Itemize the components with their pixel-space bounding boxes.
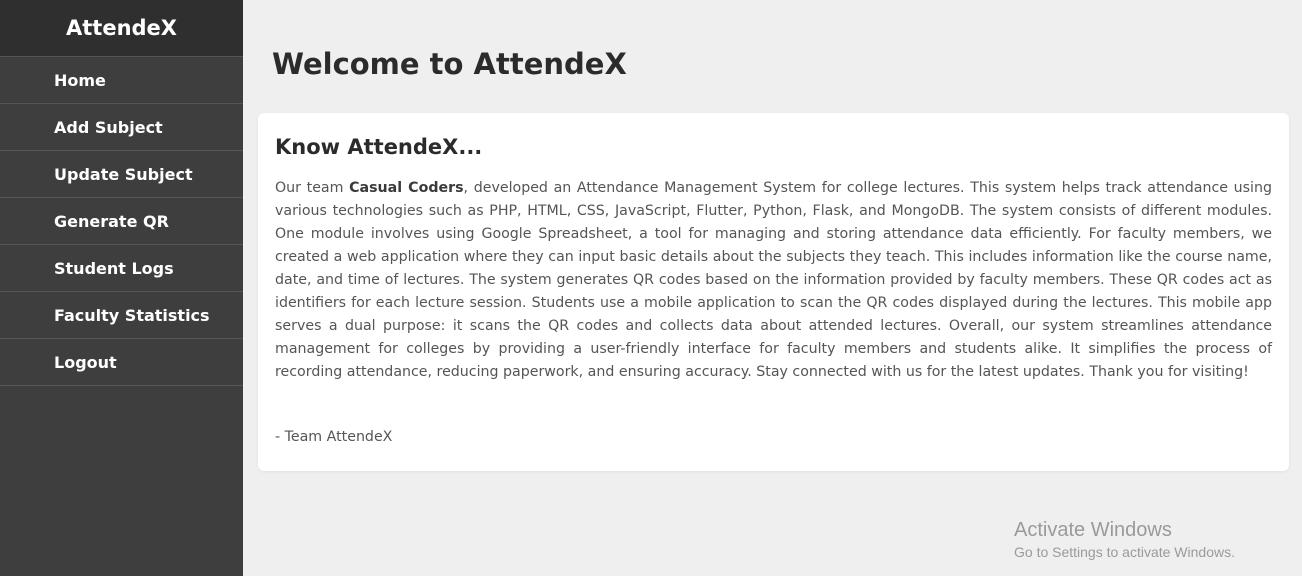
sidebar: AttendeX Home Add Subject Update Subject… <box>0 0 243 576</box>
sidebar-item-update-subject[interactable]: Update Subject <box>0 151 243 198</box>
page-title: Welcome to AttendeX <box>272 47 627 81</box>
main-content: Welcome to AttendeX Know AttendeX... Our… <box>243 0 1302 576</box>
sidebar-item-add-subject[interactable]: Add Subject <box>0 104 243 151</box>
watermark-title: Activate Windows <box>1014 519 1172 541</box>
sidebar-item-generate-qr[interactable]: Generate QR <box>0 198 243 245</box>
sidebar-item-student-logs[interactable]: Student Logs <box>0 245 243 292</box>
sidebar-nav: Home Add Subject Update Subject Generate… <box>0 57 243 386</box>
brand-logo[interactable]: AttendeX <box>0 0 243 57</box>
watermark-subtitle: Go to Settings to activate Windows. <box>1014 544 1235 560</box>
sidebar-item-home[interactable]: Home <box>0 57 243 104</box>
activate-windows-watermark: Activate Windows Go to Settings to activ… <box>1014 518 1235 562</box>
card-heading: Know AttendeX... <box>275 135 483 159</box>
description-prefix: Our team <box>275 180 350 196</box>
team-signature: - Team AttendeX <box>275 429 393 445</box>
description-text: , developed an Attendance Management Sys… <box>275 180 1272 380</box>
about-description: Our team Casual Coders, developed an Att… <box>275 177 1272 384</box>
sidebar-item-logout[interactable]: Logout <box>0 339 243 386</box>
about-card: Know AttendeX... Our team Casual Coders,… <box>258 113 1289 471</box>
team-name: Casual Coders <box>349 180 464 196</box>
sidebar-item-faculty-statistics[interactable]: Faculty Statistics <box>0 292 243 339</box>
